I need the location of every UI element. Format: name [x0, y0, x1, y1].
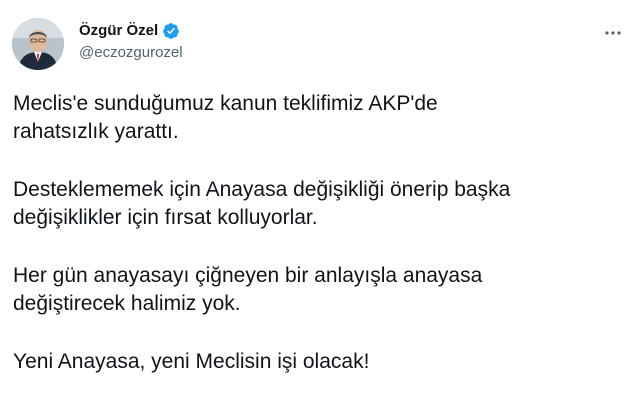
- author-name-row: Özgür Özel: [79, 20, 183, 42]
- tweet-paragraph: Yeni Anayasa, yeni Meclisin işi olacak!: [13, 350, 370, 373]
- more-options-icon[interactable]: [602, 22, 624, 44]
- avatar[interactable]: [12, 18, 64, 70]
- tweet-text: Meclis'e sunduğumuz kanun teklifimiz AKP…: [13, 90, 623, 406]
- tweet-paragraph: Desteklememek için Anayasa değişikliği ö…: [13, 178, 511, 229]
- display-name[interactable]: Özgür Özel: [79, 21, 158, 41]
- verified-badge-icon: [162, 22, 180, 40]
- user-handle[interactable]: @eczozgurozel: [79, 43, 183, 63]
- tweet-paragraph: Her gün anayasayı çiğneyen bir anlayışla…: [13, 264, 483, 315]
- tweet-paragraph: Meclis'e sunduğumuz kanun teklifimiz AKP…: [13, 92, 438, 143]
- tweet-author: Özgür Özel @eczozgurozel: [79, 20, 183, 63]
- profile-photo: [12, 18, 64, 70]
- tweet-card: Özgür Özel @eczozgurozel Meclis'e sunduğ…: [0, 0, 640, 401]
